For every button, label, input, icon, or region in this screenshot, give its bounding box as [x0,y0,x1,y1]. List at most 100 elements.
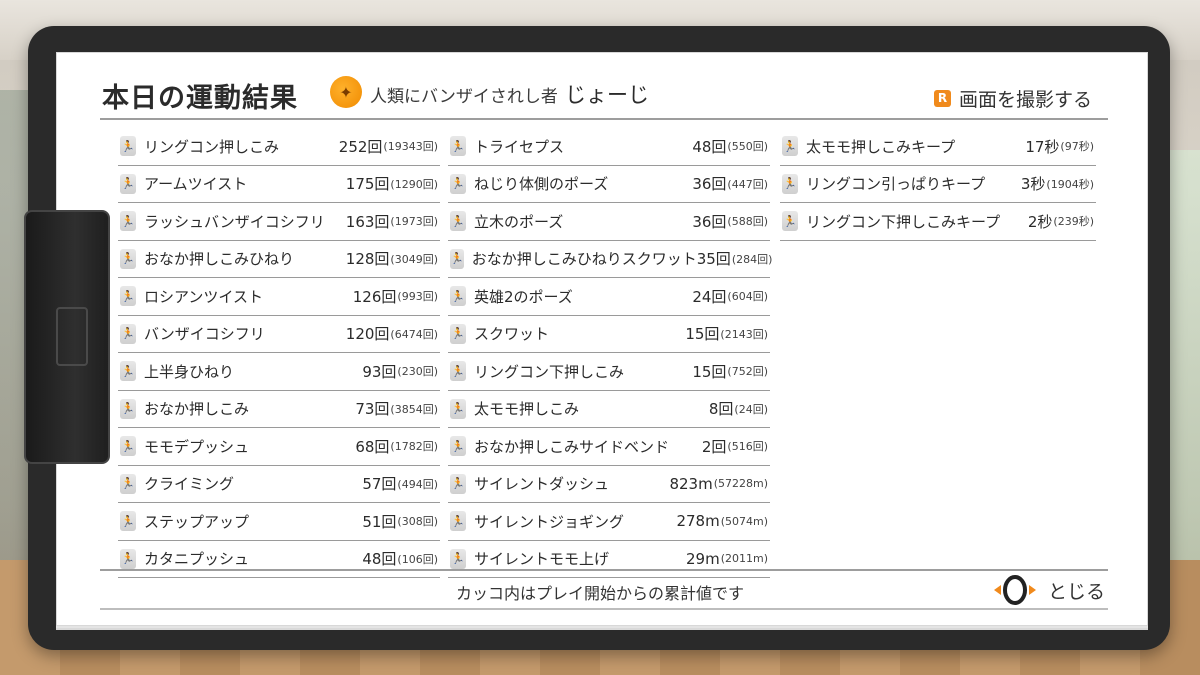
exercise-count: 15回 [692,362,727,381]
exercise-total: (2143回) [720,327,768,341]
exercise-name: 太モモ押しこみ [474,400,580,419]
exercise-row: 🏃 おなか押しこみひねり 128回 (3049回) [118,241,440,278]
exercise-row: 🏃 バンザイコシフリ 120回 (6474回) [118,316,440,353]
r-button-icon: R [934,89,951,107]
exercise-name: ラッシュバンザイコシフリ [144,212,325,231]
exercise-count: 2回 [701,437,727,456]
ring-con-icon [994,575,1036,605]
exercise-row: 🏃 リングコン下押しこみキープ 2秒 (239秒) [780,203,1096,241]
exercise-total: (1782回) [390,440,438,454]
screenshot-label: 画面を撮影する [959,88,1093,111]
exercise-total: (1973回) [390,215,438,229]
exercise-total: (239秒) [1053,215,1094,229]
footer-divider [100,569,1108,571]
exercise-count: 15回 [685,325,720,344]
exercise-row: 🏃 モモデプッシュ 68回 (1782回) [118,428,440,466]
exercise-count: 120回 [345,325,390,344]
exercise-name: カタニプッシュ [144,550,250,569]
exercise-row: 🏃 おなか押しこみサイドベンド 2回 (516回) [448,428,770,466]
exercise-count: 48回 [692,137,727,156]
exercise-pose-icon: 🏃 [120,136,136,157]
exercise-count: 36回 [692,212,727,231]
exercise-name: アームツイスト [144,175,248,194]
exercise-column-2: 🏃 トライセプス 48回 (550回) 🏃 ねじり体側のポーズ 36回 (447回) 🏃 立木のポ… [448,128,773,578]
exercise-name: リングコン押しこみ [144,137,280,156]
exercise-count: 29m [686,549,720,568]
exercise-row: 🏃 ねじり体側のポーズ 36回 (447回) [448,166,770,203]
exercise-column-1: 🏃 リングコン押しこみ 252回 (19343回) 🏃 アームツイスト 175回 (1290回… [118,128,440,578]
exercise-count: 48回 [362,550,397,569]
exercise-count: 3秒 [1020,175,1046,194]
exercise-pose-icon: 🏃 [450,436,466,457]
exercise-count: 252回 [338,137,383,156]
exercise-pose-icon: 🏃 [782,173,798,194]
exercise-name: モモデプッシュ [144,437,250,456]
exercise-row: 🏃 クライミング 57回 (494回) [118,466,440,503]
exercise-row: 🏃 ラッシュバンザイコシフリ 163回 (1973回) [118,203,440,241]
exercise-total: (2011m) [720,552,768,566]
title-badge-icon: ✦ [330,76,362,108]
exercise-total: (3049回) [390,252,438,266]
exercise-pose-icon: 🏃 [120,173,136,194]
exercise-row: 🏃 おなか押しこみひねりスクワット 35回 (284回) [448,241,773,278]
exercise-pose-icon: 🏃 [450,248,464,269]
exercise-pose-icon: 🏃 [450,286,466,307]
close-label: とじる [1048,580,1106,603]
exercise-total: (752回) [727,365,768,379]
exercise-pose-icon: 🏃 [120,248,136,269]
exercise-total: (308回) [397,515,438,529]
close-button[interactable]: とじる [992,573,1105,607]
exercise-total: (6474回) [390,327,438,341]
exercise-pose-icon: 🏃 [450,323,466,344]
exercise-row: 🏃 ロシアンツイスト 126回 (993回) [118,278,440,316]
exercise-total: (230回) [397,365,438,379]
clip-slot [56,307,88,366]
exercise-total: (5074m) [720,514,768,528]
exercise-pose-icon: 🏃 [782,211,798,232]
exercise-count: 2秒 [1027,212,1053,231]
exercise-pose-icon: 🏃 [120,398,136,419]
exercise-name: リングコン下押しこみ [474,362,625,381]
exercise-column-3: 🏃 太モモ押しこみキープ 17秒 (97秒) 🏃 リングコン引っぱりキープ 3秒 (1904秒… [780,128,1096,241]
exercise-row: 🏃 カタニプッシュ 48回 (106回) [118,541,440,578]
exercise-pose-icon: 🏃 [120,323,136,344]
screenshot-button[interactable]: R 画面を撮影する [934,86,1093,111]
exercise-name: トライセプス [474,137,565,156]
exercise-pose-icon: 🏃 [120,548,136,569]
exercise-pose-icon: 🏃 [450,361,466,382]
exercise-pose-icon: 🏃 [450,136,466,157]
exercise-total: (24回) [734,402,768,416]
exercise-pose-icon: 🏃 [450,173,466,194]
exercise-pose-icon: 🏃 [450,211,466,232]
exercise-name: サイレントジョギング [474,512,625,531]
exercise-row: 🏃 アームツイスト 175回 (1290回) [118,166,440,203]
exercise-name: バンザイコシフリ [144,325,265,344]
exercise-total: (284回) [731,252,773,266]
exercise-pose-icon: 🏃 [120,361,136,382]
exercise-name: ステップアップ [144,512,250,531]
exercise-row: 🏃 サイレントダッシュ 823m (57228m) [448,466,770,503]
exercise-count: 128回 [345,250,390,269]
exercise-pose-icon: 🏃 [120,211,136,232]
exercise-name: スクワット [474,325,550,344]
exercise-name: おなか押しこみひねりスクワット [471,250,697,269]
exercise-name: 太モモ押しこみキープ [806,137,956,156]
clipboard-clip [24,210,110,464]
exercise-count: 8回 [708,400,734,419]
exercise-row: 🏃 太モモ押しこみ 8回 (24回) [448,391,770,428]
exercise-total: (19343回) [383,140,438,154]
exercise-row: 🏃 おなか押しこみ 73回 (3854回) [118,391,440,428]
exercise-total: (604回) [727,290,768,304]
exercise-row: 🏃 英雄2のポーズ 24回 (604回) [448,278,770,316]
exercise-count: 17秒 [1025,137,1060,156]
exercise-row: 🏃 リングコン引っぱりキープ 3秒 (1904秒) [780,166,1096,203]
exercise-count: 73回 [355,400,390,419]
exercise-count: 175回 [345,175,390,194]
exercise-name: 上半身ひねり [144,362,235,381]
exercise-total: (550回) [727,140,768,154]
exercise-row: 🏃 スクワット 15回 (2143回) [448,316,770,353]
exercise-name: おなか押しこみひねり [144,250,295,269]
exercise-pose-icon: 🏃 [120,473,136,494]
player-name: じょーじ [565,83,649,107]
exercise-total: (588回) [727,215,768,229]
